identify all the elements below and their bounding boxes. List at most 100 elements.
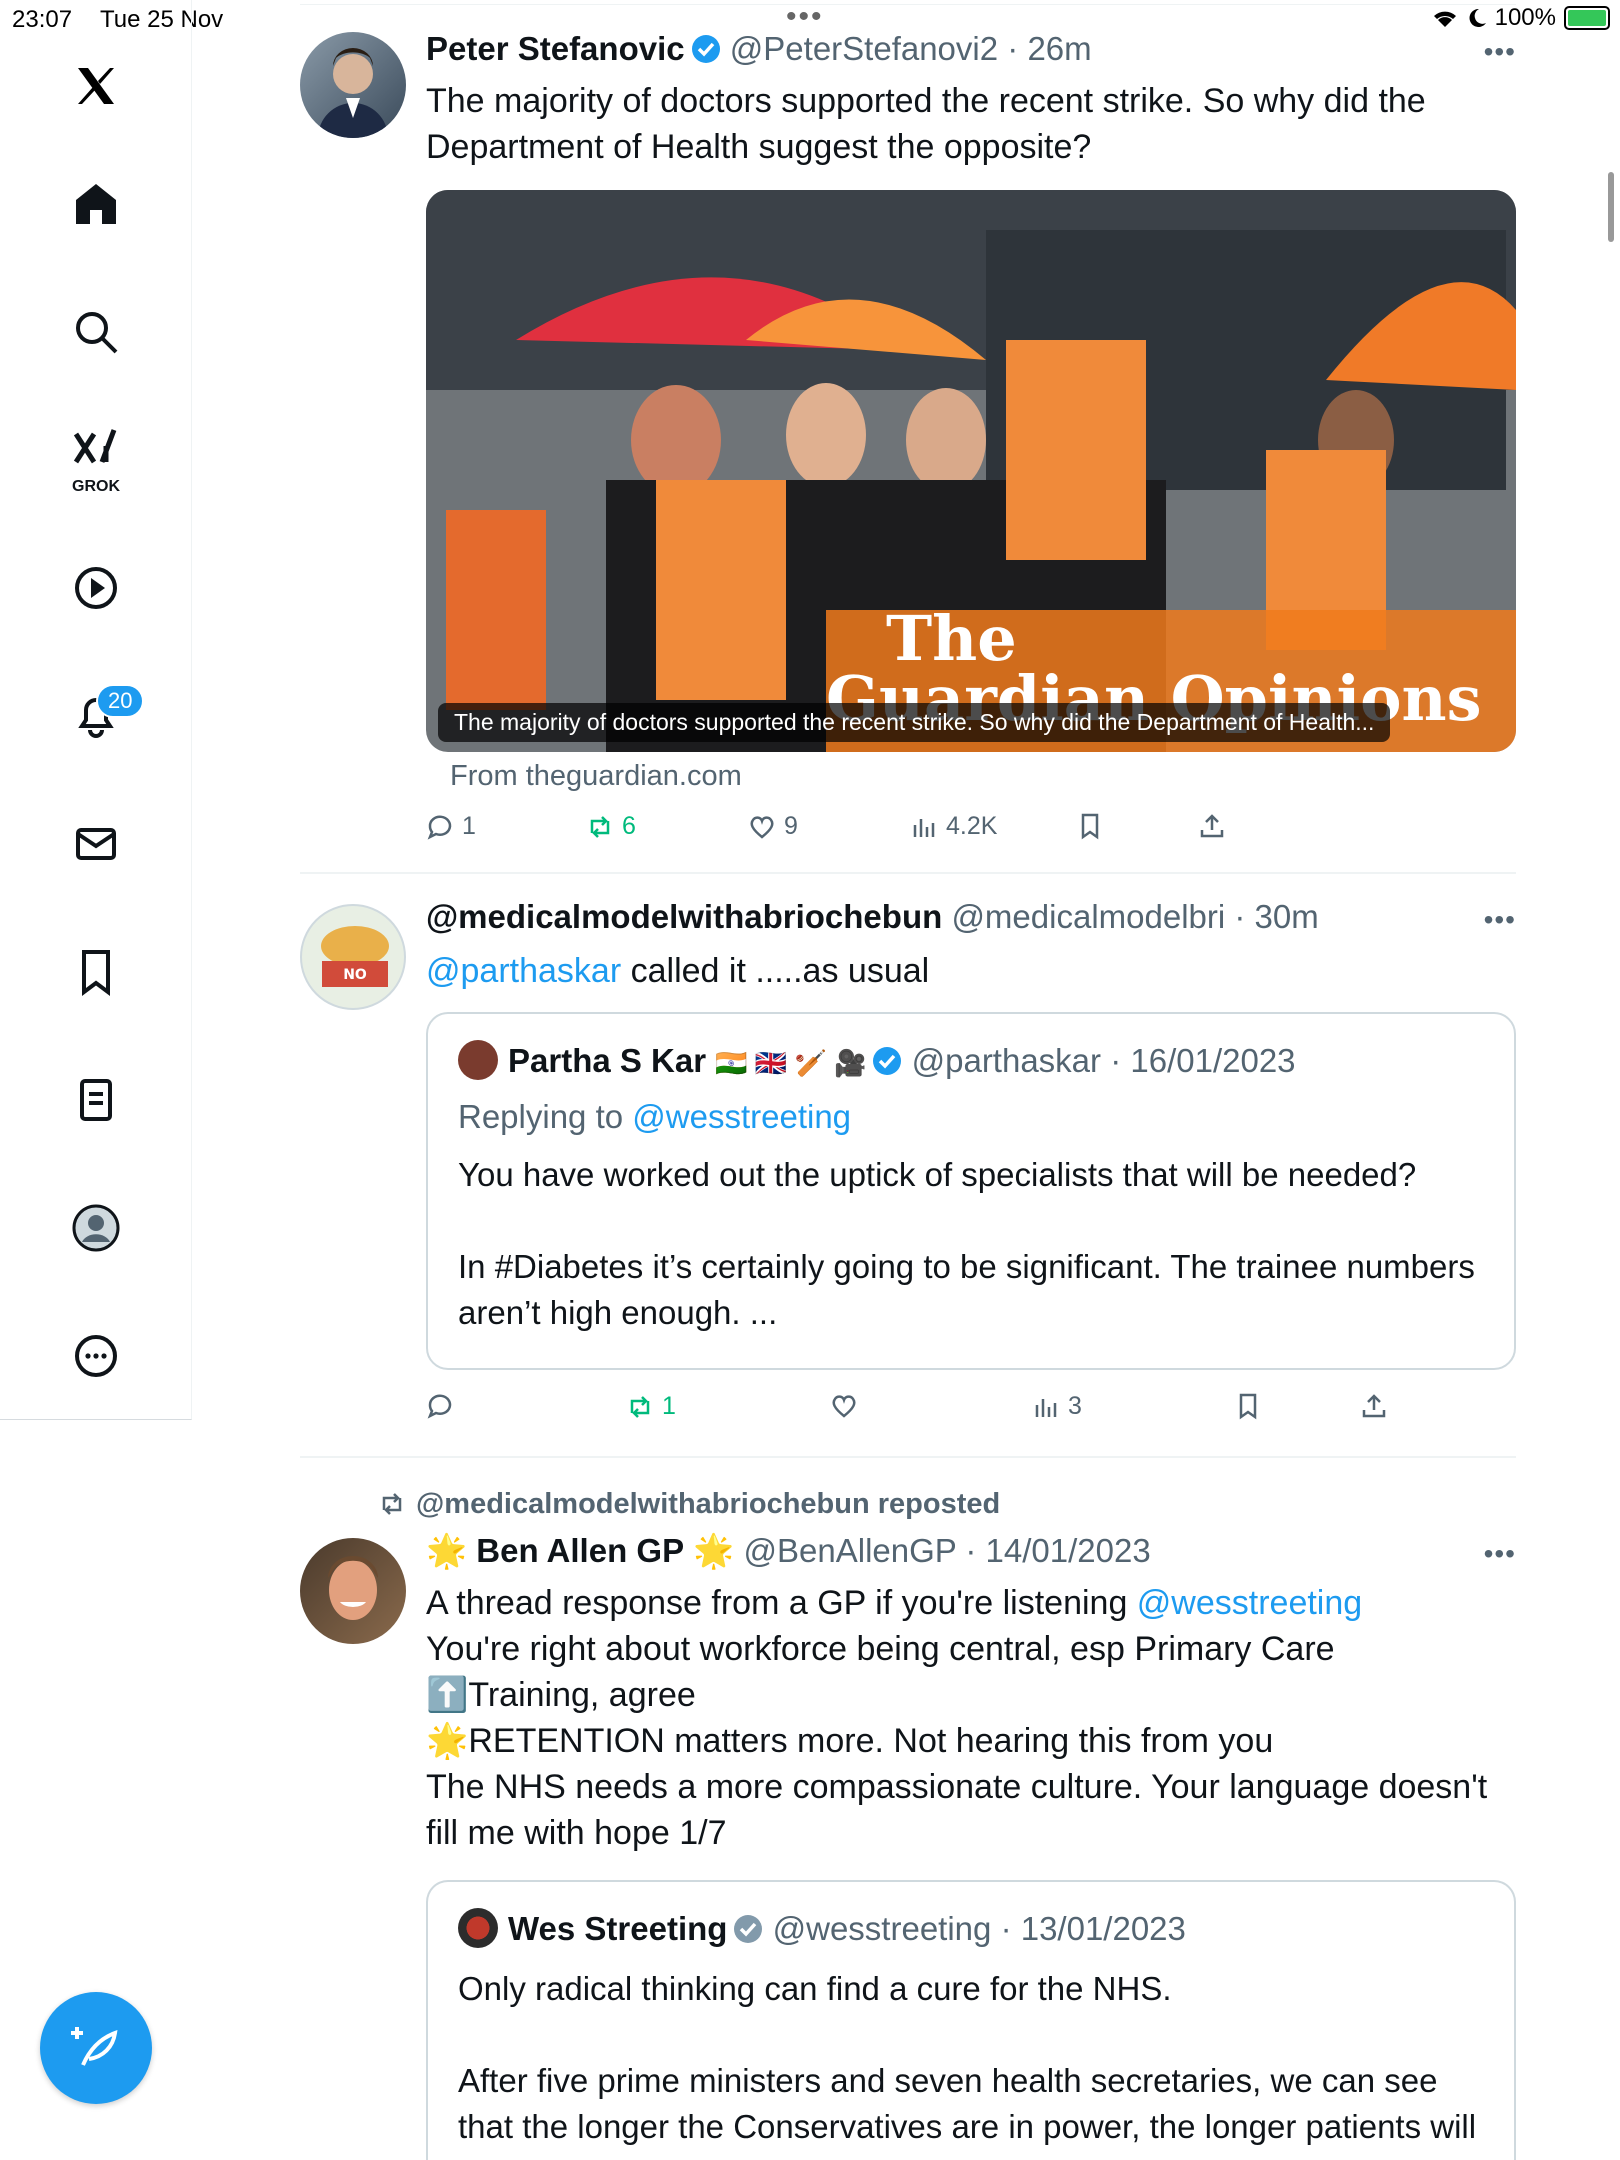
like-button[interactable]: 9 [748,812,798,841]
reposted-by-label[interactable]: @medicalmodelwithabriochebun reposted [416,1488,1000,1520]
heart-icon [750,815,774,839]
quote-text-para1: You have worked out the uptick of specia… [458,1156,1417,1193]
avatar[interactable] [300,1538,406,1644]
views-chart-icon [1035,1398,1057,1417]
views-chart-icon [913,818,935,837]
repost-icon [630,1395,650,1418]
tweet-line-2: You're right about workforce being centr… [426,1630,1335,1668]
grok-icon[interactable] [0,426,192,474]
moon-icon [1469,8,1486,27]
repost-button[interactable]: 6 [586,812,636,841]
post-time[interactable]: · 14/01/2023 [965,1532,1150,1569]
views-button[interactable]: 4.2K [910,812,997,841]
bookmark-button[interactable] [1234,1392,1262,1420]
compose-post-button[interactable] [40,1992,152,2104]
verified-badge-icon [691,35,720,63]
author-name[interactable]: Ben Allen GP [476,1532,684,1569]
quote-post-time: · 16/01/2023 [1110,1042,1296,1079]
top-divider [300,4,1516,5]
quote-avatar[interactable] [458,1040,498,1080]
author-name[interactable]: Peter Stefanovic [426,30,685,67]
avatar[interactable]: NO [300,904,406,1010]
multitasking-dots[interactable]: ••• [786,0,824,34]
repost-count: 1 [662,1392,676,1420]
tweet-text: @parthaskar called it .....as usual [426,948,1516,994]
view-count: 3 [1068,1392,1082,1420]
notification-count-badge: 20 [96,684,145,718]
svg-text:NO: NO [343,967,367,983]
quote-header: Partha S Kar 🇮🇳 🇬🇧 🏏 🎥 @parthaskar · 16/… [458,1040,1296,1080]
tweet-line-4: 🌟RETENTION matters more. Not hearing thi… [426,1722,1274,1760]
replying-to-link[interactable]: @wesstreeting [632,1098,851,1135]
tweet-header: 🌟 Ben Allen GP 🌟 @BenAllenGP · 14/01/202… [426,1532,1151,1571]
line1-text: A thread response from a GP if you're li… [426,1584,1137,1622]
quote-text-para2: In #Diabetes it’s certainly going to be … [458,1248,1475,1331]
more-menu-icon[interactable]: ••• [1484,36,1516,68]
post-time[interactable]: · 30m [1234,898,1318,935]
like-button[interactable] [830,1392,866,1420]
quote-author-emojis: 🇮🇳 🇬🇧 🏏 🎥 [715,1048,867,1078]
tweet-header: @medicalmodelwithabriochebun @medicalmod… [426,898,1319,936]
repost-indicator: @medicalmodelwithabriochebun reposted [378,1488,1000,1521]
bookmark-button[interactable] [1076,812,1104,840]
lists-icon[interactable] [0,1076,192,1124]
avatar[interactable] [300,32,406,138]
more-menu-icon[interactable]: ••• [1484,1538,1516,1570]
reply-icon [427,815,452,840]
star-emoji-suffix: 🌟 [693,1532,735,1569]
mention-link[interactable]: @wesstreeting [1137,1584,1362,1622]
messages-icon[interactable] [0,820,192,868]
quote-author-handle[interactable]: @wesstreeting [773,1910,992,1947]
quote-author-handle[interactable]: @parthaskar [912,1042,1101,1079]
protest-photo: The Guardian Opinions [426,190,1516,752]
repost-button[interactable]: 1 [626,1392,676,1421]
quote-post-time: · 13/01/2023 [1000,1910,1186,1947]
quoted-tweet-frame[interactable]: Partha S Kar 🇮🇳 🇬🇧 🏏 🎥 @parthaskar · 16/… [426,1012,1516,1370]
reply-icon [427,1394,452,1419]
verified-badge-icon [873,1047,902,1075]
quote-avatar[interactable] [458,1908,498,1948]
quoted-tweet[interactable]: Wes Streeting @wesstreeting · 13/01/2023… [426,1880,1516,2160]
heart-icon [832,1395,856,1418]
tweet-text-rest: called it .....as usual [621,952,930,990]
more-menu-icon[interactable]: ••• [1484,904,1516,936]
sidebar-nav: GROK 20 [0,0,192,1420]
star-emoji-prefix: 🌟 [426,1532,468,1569]
like-count: 9 [784,812,798,840]
quote-author-name[interactable]: Partha S Kar [508,1042,706,1079]
quote-text-para1: Only radical thinking can find a cure fo… [458,1970,1172,2007]
author-handle[interactable]: @BenAllenGP [744,1532,957,1569]
link-card-image[interactable]: The Guardian Opinions The majority of do… [426,190,1516,752]
reply-button[interactable] [426,1392,462,1420]
card-caption: The majority of doctors supported the re… [438,703,1391,742]
bookmarks-icon[interactable] [0,948,192,996]
author-handle[interactable]: @PeterStefanovi2 [730,30,998,67]
x-logo-icon[interactable] [0,62,192,110]
link-source[interactable]: From theguardian.com [450,760,742,793]
quote-author-name[interactable]: Wes Streeting [508,1910,727,1947]
search-icon[interactable] [0,308,192,356]
profile-icon[interactable] [0,1204,192,1252]
share-icon [1200,814,1224,838]
home-icon[interactable] [0,180,192,228]
status-indicators: 100% [1431,4,1610,32]
tweet-line-1: A thread response from a GP if you're li… [426,1580,1516,1626]
mention-link[interactable]: @parthaskar [426,952,621,990]
share-button[interactable] [1198,812,1226,840]
share-button[interactable] [1360,1392,1388,1420]
wifi-icon [1433,11,1456,27]
views-button[interactable]: 3 [1032,1392,1082,1421]
bookmark-icon [1081,813,1099,840]
more-options-icon[interactable] [0,1332,192,1380]
view-count: 4.2K [946,812,998,840]
author-name[interactable]: @medicalmodelwithabriochebun [426,898,942,935]
tweet-text: A thread response from a GP if you're li… [426,1580,1516,1856]
author-handle[interactable]: @medicalmodelbri [951,898,1225,935]
post-time[interactable]: · 26m [1007,30,1091,67]
video-icon[interactable] [0,564,192,612]
quote-header: Wes Streeting @wesstreeting · 13/01/2023 [458,1908,1186,1948]
repost-count: 6 [622,812,636,840]
reply-button[interactable]: 1 [426,812,476,841]
scrollbar-thumb[interactable] [1608,172,1614,242]
tweet-header: Peter Stefanovic @PeterStefanovi2 · 26m [426,30,1092,68]
